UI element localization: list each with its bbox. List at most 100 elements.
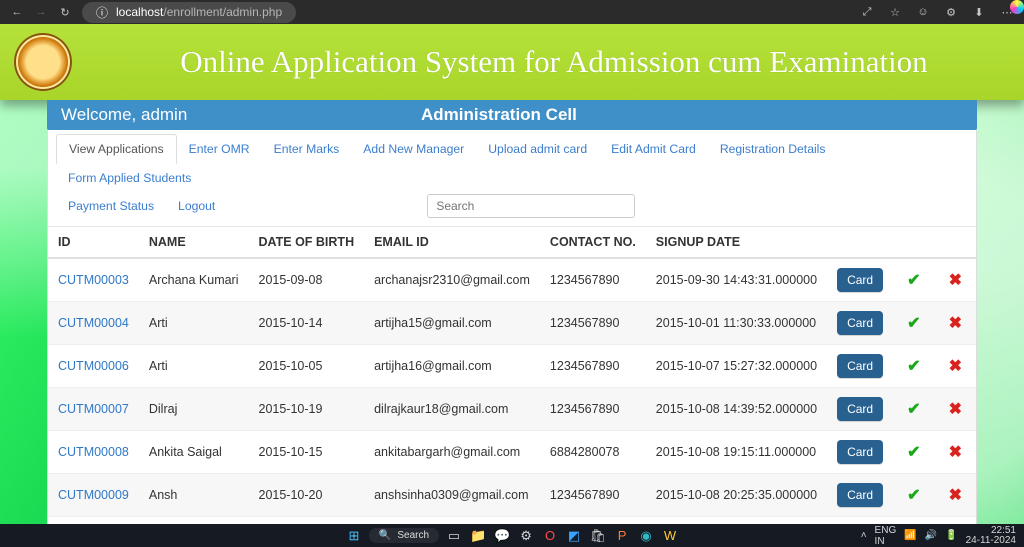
search-input[interactable] xyxy=(427,194,635,218)
tab-enter-marks[interactable]: Enter Marks xyxy=(262,135,352,163)
col-signup[interactable]: SIGNUP DATE xyxy=(646,227,827,259)
word-icon[interactable]: W xyxy=(661,527,679,545)
application-id-link[interactable]: CUTM00003 xyxy=(58,273,129,287)
col-dob[interactable]: DATE OF BIRTH xyxy=(249,227,365,259)
taskbar-search-label: Search xyxy=(397,530,429,541)
zoom-icon[interactable]: ⤢ xyxy=(860,5,874,19)
approve-icon[interactable]: ✔ xyxy=(907,401,920,418)
card-button[interactable]: Card xyxy=(837,354,883,378)
welcome-text: Welcome, admin xyxy=(47,105,421,125)
cell-contact: 1234567890 xyxy=(540,474,646,517)
tab-upload-admit-card[interactable]: Upload admit card xyxy=(476,135,599,163)
task-view-icon[interactable]: ▭ xyxy=(445,527,463,545)
cell-signup: 2015-10-08 14:39:52.000000 xyxy=(646,388,827,431)
application-id-link[interactable]: CUTM00007 xyxy=(58,402,129,416)
nav-back-icon[interactable]: ← xyxy=(10,5,24,19)
opera-icon[interactable]: O xyxy=(541,527,559,545)
table-row: CUTM00008Ankita Saigal2015-10-15ankitaba… xyxy=(48,431,976,474)
table-row: CUTM00007Dilraj2015-10-19dilrajkaur18@gm… xyxy=(48,388,976,431)
tab-logout[interactable]: Logout xyxy=(166,192,227,220)
approve-icon[interactable]: ✔ xyxy=(907,487,920,504)
col-name[interactable]: NAME xyxy=(139,227,249,259)
cell-dob: 2015-10-05 xyxy=(249,345,365,388)
tab-edit-admit-card[interactable]: Edit Admit Card xyxy=(599,135,708,163)
cell-email: ankitabargarh@gmail.com xyxy=(364,431,540,474)
taskbar-search[interactable]: 🔍 Search xyxy=(369,528,439,543)
chat-icon[interactable]: 💬 xyxy=(493,527,511,545)
powerpoint-icon[interactable]: P xyxy=(613,527,631,545)
cell-contact: 1234567890 xyxy=(540,345,646,388)
card-button[interactable]: Card xyxy=(837,311,883,335)
refresh-icon[interactable]: ↻ xyxy=(58,5,72,19)
approve-icon[interactable]: ✔ xyxy=(907,444,920,461)
cell-name: Arti xyxy=(139,345,249,388)
explorer-icon[interactable]: 📁 xyxy=(469,527,487,545)
tab-payment-status[interactable]: Payment Status xyxy=(56,192,166,220)
approve-icon[interactable]: ✔ xyxy=(907,272,920,289)
nav-forward-icon[interactable]: → xyxy=(34,5,48,19)
col-email[interactable]: EMAIL ID xyxy=(364,227,540,259)
cell-signup: 2015-10-08 20:25:35.000000 xyxy=(646,474,827,517)
section-title: Administration Cell xyxy=(421,105,577,125)
approve-icon[interactable]: ✔ xyxy=(907,315,920,332)
approve-icon[interactable]: ✔ xyxy=(907,358,920,375)
store-icon[interactable]: 🛍 xyxy=(589,527,607,545)
cell-name: Dilraj xyxy=(139,388,249,431)
header-banner: Online Application System for Admission … xyxy=(0,24,1024,100)
cell-dob: 2015-09-08 xyxy=(249,258,365,302)
settings-app-icon[interactable]: ⚙ xyxy=(517,527,535,545)
tray-lang[interactable]: ENGIN xyxy=(875,525,897,547)
profile-icon[interactable]: ☺ xyxy=(916,5,930,19)
site-info-icon[interactable]: ⓘ xyxy=(96,4,108,21)
cell-contact: 1234567890 xyxy=(540,258,646,302)
table-row: CUTM00003Archana Kumari2015-09-08archana… xyxy=(48,258,976,302)
vscode-icon[interactable]: ◩ xyxy=(565,527,583,545)
cell-email: anshsinha0309@gmail.com xyxy=(364,474,540,517)
col-contact[interactable]: CONTACT NO. xyxy=(540,227,646,259)
downloads-icon[interactable]: ⬇ xyxy=(972,5,986,19)
page-title: Online Application System for Admission … xyxy=(84,44,1024,80)
application-id-link[interactable]: CUTM00008 xyxy=(58,445,129,459)
card-button[interactable]: Card xyxy=(837,440,883,464)
table-row: CUTM00009Ansh2015-10-20anshsinha0309@gma… xyxy=(48,474,976,517)
application-id-link[interactable]: CUTM00006 xyxy=(58,359,129,373)
tray-clock[interactable]: 22:5124-11-2024 xyxy=(966,526,1016,546)
wifi-icon[interactable]: 📶 xyxy=(904,530,916,541)
cell-signup: 2015-10-08 19:15:11.000000 xyxy=(646,431,827,474)
admin-bar: Welcome, admin Administration Cell xyxy=(47,100,977,130)
reject-icon[interactable]: ✖ xyxy=(949,487,962,504)
application-id-link[interactable]: CUTM00004 xyxy=(58,316,129,330)
copilot-icon[interactable] xyxy=(1010,0,1024,14)
tab-form-applied-students[interactable]: Form Applied Students xyxy=(56,164,203,192)
card-button[interactable]: Card xyxy=(837,268,883,292)
card-button[interactable]: Card xyxy=(837,483,883,507)
university-logo xyxy=(14,33,72,91)
start-icon[interactable]: ⊞ xyxy=(345,527,363,545)
volume-icon[interactable]: 🔊 xyxy=(925,530,937,541)
tab-add-new-manager[interactable]: Add New Manager xyxy=(351,135,476,163)
cell-dob: 2015-10-20 xyxy=(249,474,365,517)
cell-signup: 2015-09-30 14:43:31.000000 xyxy=(646,258,827,302)
tray-chevron-icon[interactable]: ˄ xyxy=(861,530,867,541)
reject-icon[interactable]: ✖ xyxy=(949,272,962,289)
tab-registration-details[interactable]: Registration Details xyxy=(708,135,838,163)
cell-email: artijha15@gmail.com xyxy=(364,302,540,345)
col-id[interactable]: ID xyxy=(48,227,139,259)
applications-table: ID NAME DATE OF BIRTH EMAIL ID CONTACT N… xyxy=(48,226,976,524)
address-bar[interactable]: ⓘ localhost/enrollment/admin.php xyxy=(82,2,296,23)
tab-bar: View Applications Enter OMR Enter Marks … xyxy=(48,130,976,192)
reject-icon[interactable]: ✖ xyxy=(949,444,962,461)
settings-icon[interactable]: ⚙ xyxy=(944,5,958,19)
favorite-icon[interactable]: ☆ xyxy=(888,5,902,19)
cell-contact: 1234567890 xyxy=(540,388,646,431)
cell-email: dilrajkaur18@gmail.com xyxy=(364,388,540,431)
reject-icon[interactable]: ✖ xyxy=(949,401,962,418)
card-button[interactable]: Card xyxy=(837,397,883,421)
edge-icon[interactable]: ◉ xyxy=(637,527,655,545)
tab-enter-omr[interactable]: Enter OMR xyxy=(177,135,262,163)
reject-icon[interactable]: ✖ xyxy=(949,358,962,375)
tab-view-applications[interactable]: View Applications xyxy=(56,134,177,164)
application-id-link[interactable]: CUTM00009 xyxy=(58,488,129,502)
reject-icon[interactable]: ✖ xyxy=(949,315,962,332)
battery-icon[interactable]: 🔋 xyxy=(945,530,957,541)
